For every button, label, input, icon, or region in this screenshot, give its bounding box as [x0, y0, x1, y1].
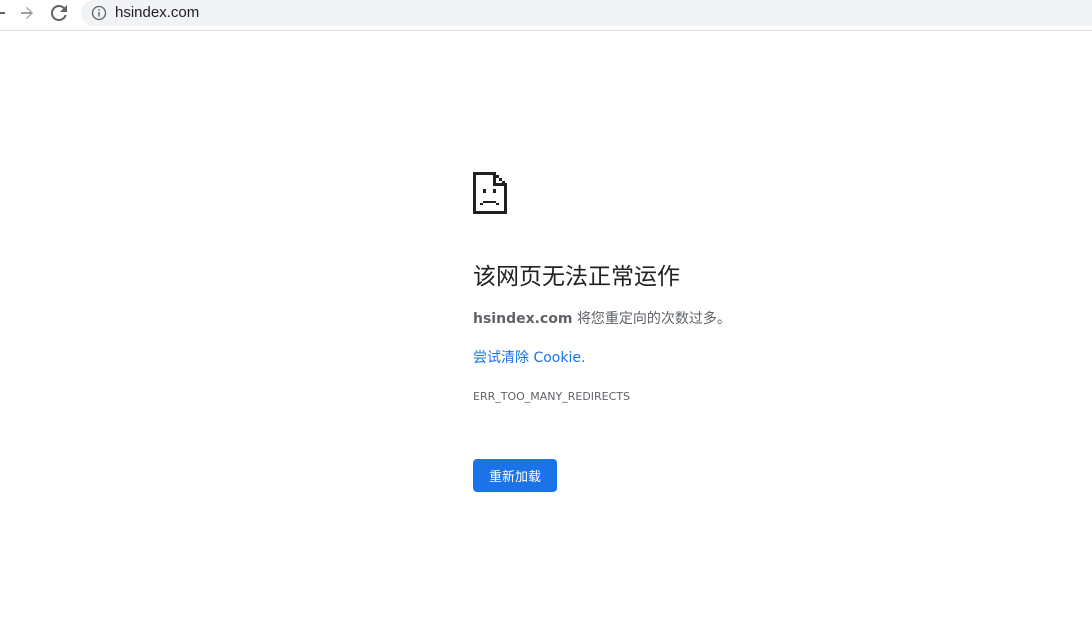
reload-icon [51, 5, 67, 21]
reload-button[interactable]: 重新加载 [473, 459, 557, 492]
address-bar[interactable]: hsindex.com [81, 0, 1092, 26]
error-message: hsindex.com 将您重定向的次数过多。 [473, 309, 731, 329]
arrow-forward-icon [21, 7, 33, 19]
forward-button[interactable] [14, 0, 40, 26]
info-icon[interactable] [91, 5, 107, 21]
error-code: ERR_TOO_MANY_REDIRECTS [473, 390, 631, 403]
arrow-back-icon [0, 7, 5, 19]
browser-toolbar: hsindex.com [0, 0, 1092, 31]
error-message-text: 将您重定向的次数过多。 [572, 311, 731, 327]
error-host: hsindex.com [473, 311, 573, 327]
sad-page-icon [473, 172, 507, 214]
reload-toolbar-button[interactable] [46, 0, 72, 26]
back-button[interactable] [0, 0, 12, 26]
url-text[interactable]: hsindex.com [115, 3, 199, 23]
error-title: 该网页无法正常运作 [473, 264, 680, 290]
clear-cookies-link[interactable]: 尝试清除 Cookie. [473, 348, 585, 368]
